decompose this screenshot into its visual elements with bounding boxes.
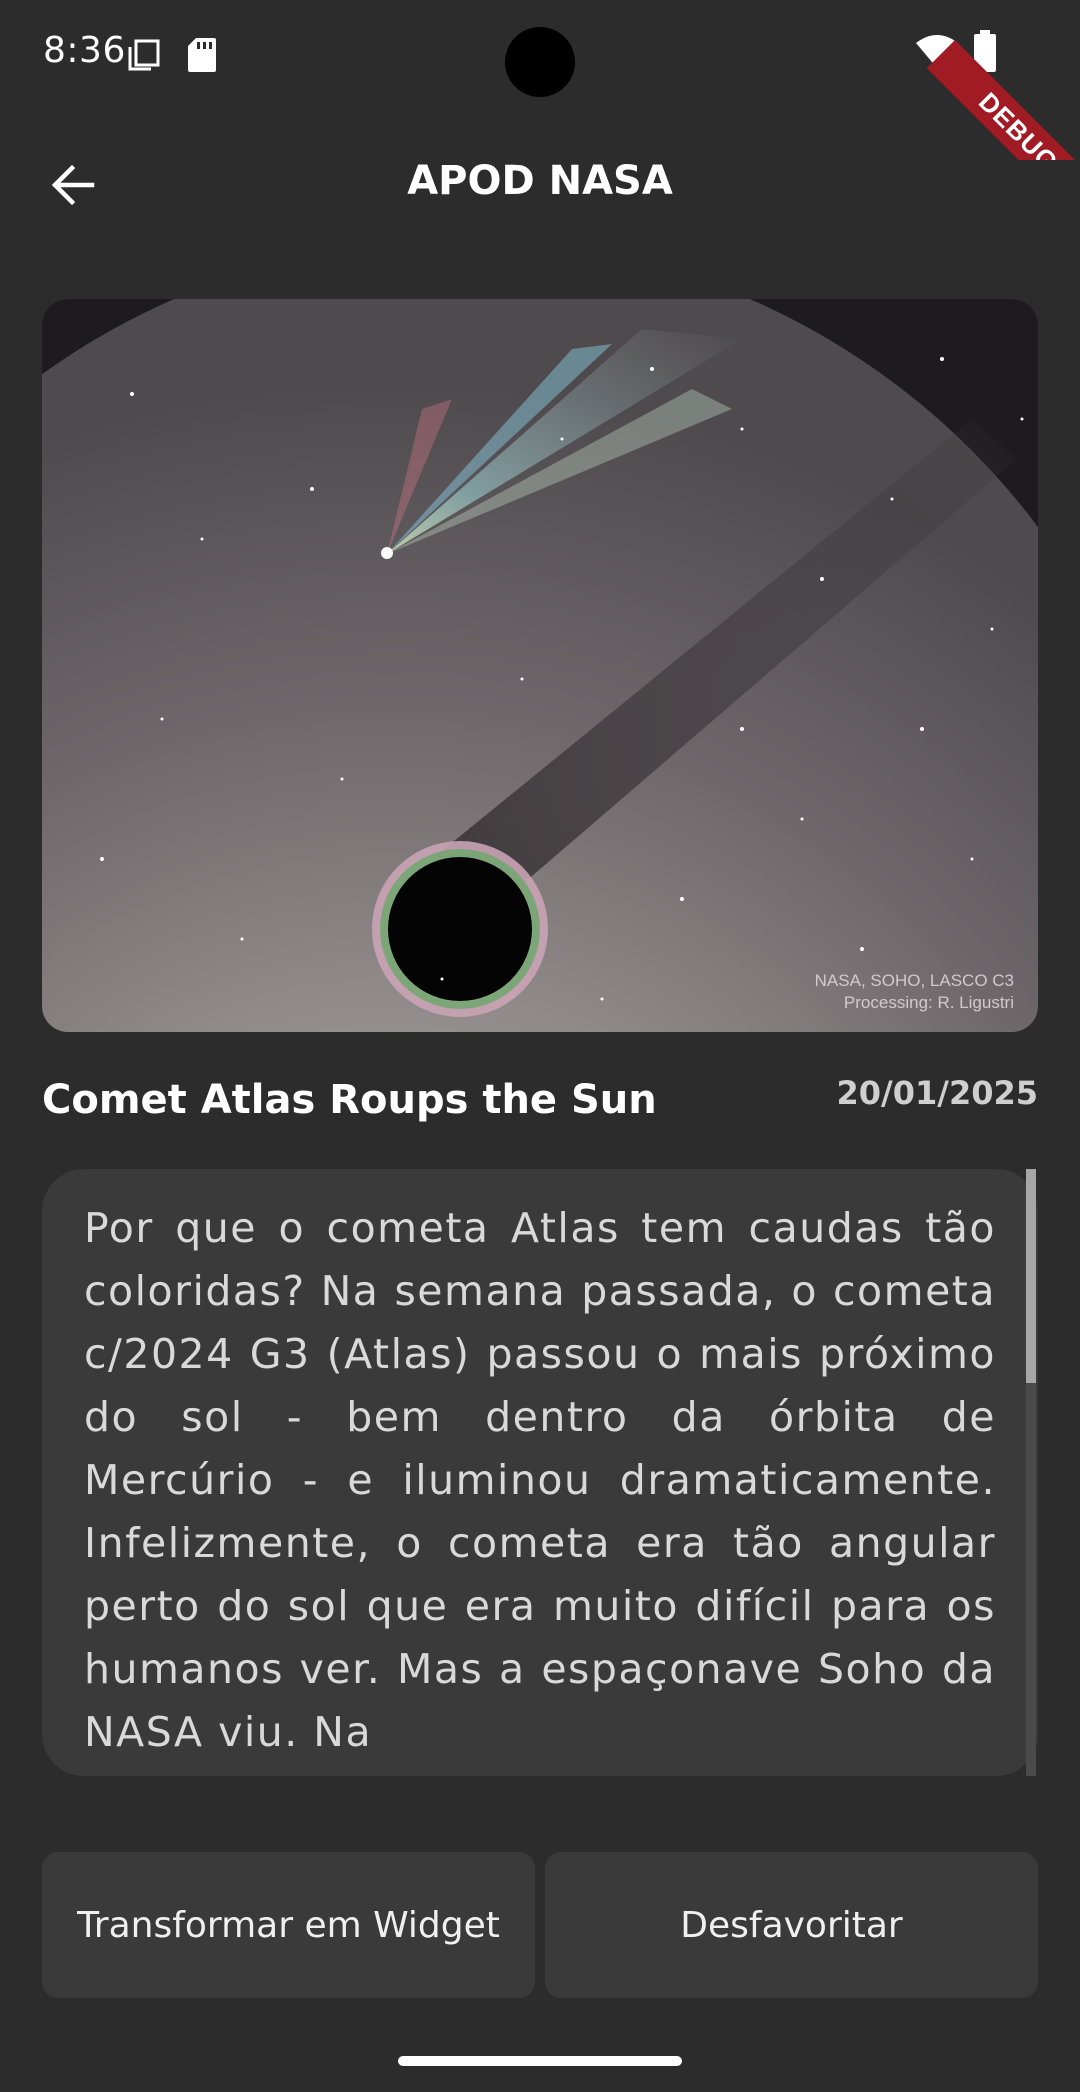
unfavorite-button[interactable]: Desfavoritar bbox=[545, 1852, 1038, 1998]
status-time: 8:36 bbox=[43, 30, 126, 71]
explanation-text: Por que o cometa Atlas tem caudas tão co… bbox=[84, 1204, 996, 1756]
image-credit: NASA, SOHO, LASCO C3 Processing: R. Ligu… bbox=[815, 970, 1014, 1014]
copy-icon bbox=[127, 38, 161, 72]
unfavorite-button-label: Desfavoritar bbox=[680, 1904, 903, 1946]
apod-image[interactable]: NASA, SOHO, LASCO C3 Processing: R. Ligu… bbox=[42, 299, 1038, 1032]
camera-cutout bbox=[505, 27, 575, 97]
gesture-nav-bar[interactable] bbox=[398, 2056, 682, 2066]
debug-banner-label: DEBUG bbox=[926, 40, 1080, 160]
debug-banner: DEBUG bbox=[920, 0, 1080, 160]
scrollbar-thumb[interactable] bbox=[1026, 1169, 1036, 1383]
image-credit-line-1: NASA, SOHO, LASCO C3 bbox=[814, 971, 1014, 990]
apod-date: 20/01/2025 bbox=[836, 1074, 1039, 1112]
sd-card-icon bbox=[188, 38, 216, 72]
status-bar: 8:36 bbox=[0, 0, 1080, 110]
transform-widget-button-label: Transformar em Widget bbox=[77, 1904, 500, 1946]
page-title: APOD NASA bbox=[407, 158, 673, 204]
apod-title: Comet Atlas Roups the Sun bbox=[42, 1077, 657, 1123]
transform-widget-button[interactable]: Transformar em Widget bbox=[42, 1852, 535, 1998]
image-credit-line-2: Processing: R. Ligustri bbox=[843, 993, 1014, 1012]
explanation-card[interactable]: Por que o cometa Atlas tem caudas tão co… bbox=[42, 1169, 1038, 1776]
